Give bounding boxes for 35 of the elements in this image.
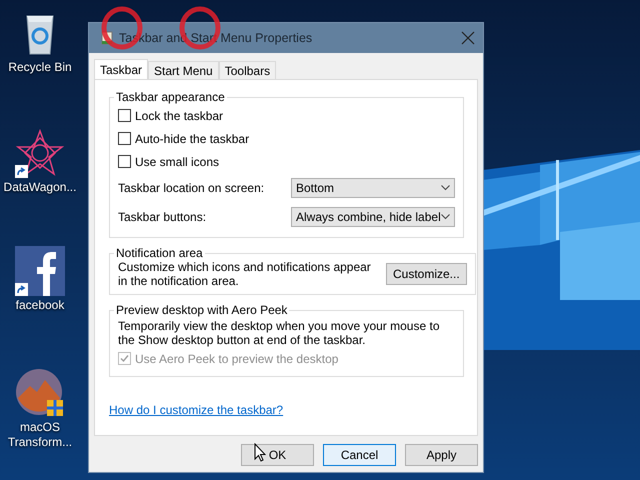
caret-icon bbox=[441, 214, 450, 220]
help-link[interactable]: How do I customize the taskbar? bbox=[109, 403, 284, 417]
desktop-icon-label[interactable]: macOS Transform... bbox=[0, 420, 80, 450]
group-title: Preview desktop with Aero Peek bbox=[115, 303, 288, 317]
dialog-button[interactable]: OK bbox=[241, 444, 314, 466]
description-text: Customize which icons and notifications appear in the notification area. bbox=[118, 260, 372, 288]
customize-button[interactable]: Customize... bbox=[386, 263, 467, 285]
star-pattern-icon[interactable] bbox=[15, 128, 65, 178]
tab[interactable]: Taskbar bbox=[94, 59, 148, 79]
dropdown[interactable]: Always combine, hide label bbox=[291, 206, 455, 226]
description-text: Temporarily view the desktop when you move your mouse to the Show desktop button at end of the taskbar. bbox=[118, 319, 440, 347]
desktop-icon-label[interactable]: DataWagon... bbox=[4, 180, 76, 195]
tab[interactable]: Toolbars bbox=[218, 61, 276, 79]
checkbox[interactable] bbox=[118, 132, 131, 145]
caret-icon bbox=[441, 184, 450, 190]
desktop-icon-label[interactable]: facebook bbox=[16, 298, 64, 313]
tab[interactable]: Start Menu bbox=[148, 61, 219, 79]
desktop-icon-label[interactable]: Recycle Bin bbox=[8, 60, 72, 75]
mouse-cursor-icon bbox=[254, 443, 266, 462]
group-title: Taskbar appearance bbox=[115, 90, 226, 104]
group-title: Notification area bbox=[115, 246, 204, 260]
dialog-button[interactable]: Apply bbox=[405, 444, 478, 466]
mountain-circle-icon[interactable] bbox=[15, 368, 65, 418]
checkbox-label: Use small icons bbox=[135, 154, 220, 168]
checkbox[interactable] bbox=[118, 109, 131, 122]
field-label: Taskbar buttons: bbox=[118, 210, 206, 224]
facebook-f-icon[interactable] bbox=[15, 246, 65, 296]
close-icon[interactable] bbox=[461, 31, 475, 45]
checkbox-label: Lock the taskbar bbox=[135, 108, 224, 122]
checkbox-label: Use Aero Peek to preview the desktop bbox=[135, 352, 338, 366]
dropdown[interactable]: Bottom bbox=[291, 178, 455, 198]
checkbox-label: Auto-hide the taskbar bbox=[135, 132, 250, 146]
checkbox[interactable] bbox=[118, 155, 131, 168]
dialog-button[interactable]: Cancel bbox=[323, 444, 396, 466]
field-label: Taskbar location on screen: bbox=[118, 180, 264, 194]
